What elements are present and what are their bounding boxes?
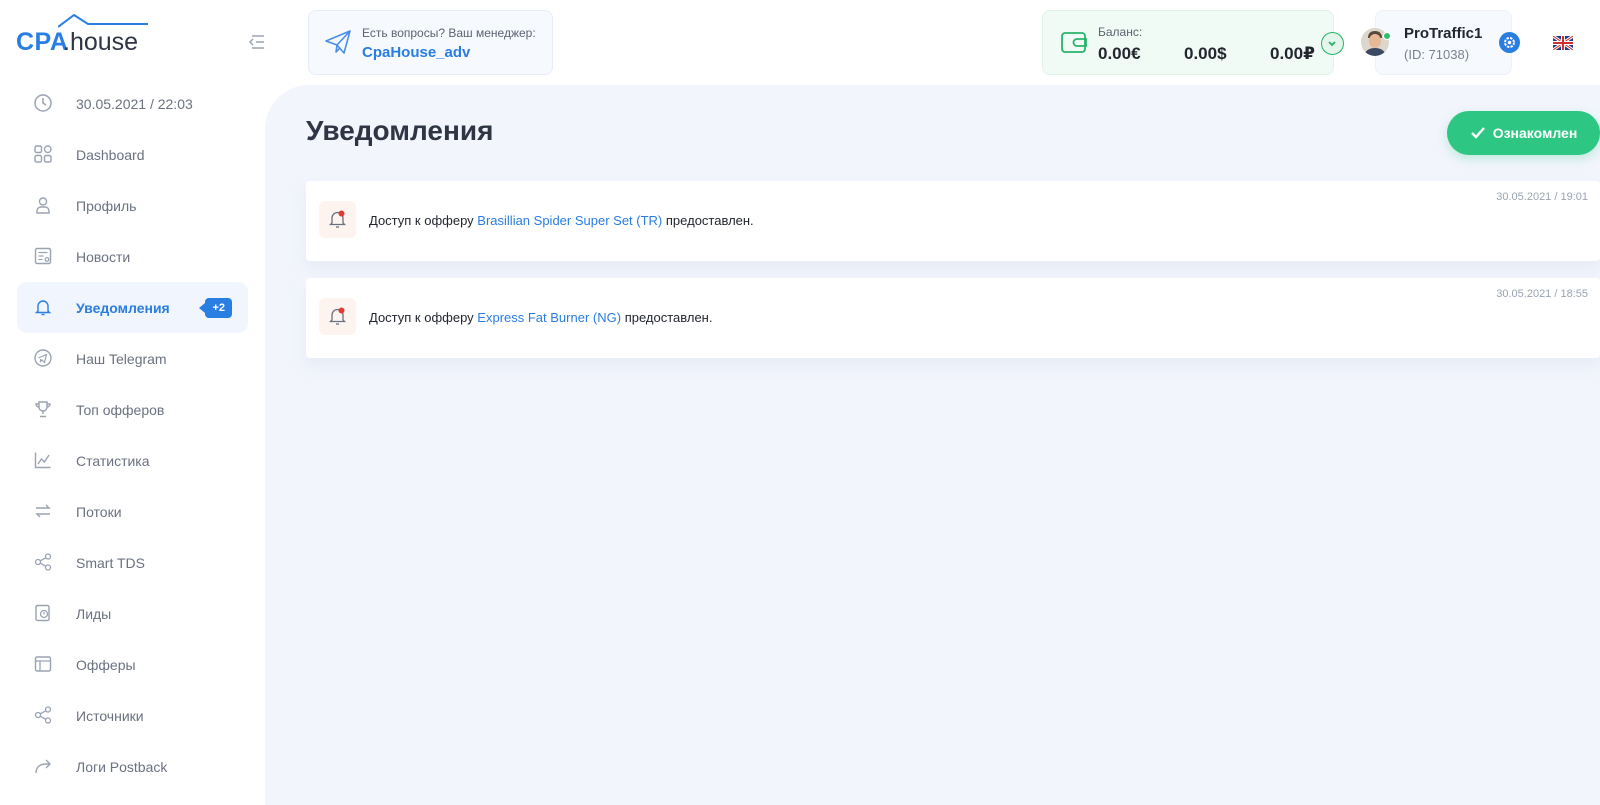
sidebar-item-profile[interactable]: Профиль	[17, 180, 248, 231]
notifications-count-badge: +2	[199, 298, 232, 318]
sidebar-item-telegram[interactable]: Наш Telegram	[17, 333, 248, 384]
sidebar-item-label: Офферы	[76, 656, 136, 673]
dashboard-icon	[34, 145, 52, 163]
redo-arrow-icon	[35, 759, 51, 774]
notification-prefix: Доступ к офферу	[369, 310, 474, 325]
notification-text: Доступ к офферу Express Fat Burner (NG) …	[369, 310, 712, 325]
notification-prefix: Доступ к офферу	[369, 213, 474, 228]
news-icon	[34, 247, 52, 265]
offers-icon	[34, 656, 52, 672]
logo-house: .house	[63, 28, 139, 56]
notification-suffix: предоставлен.	[624, 310, 713, 325]
chart-icon	[34, 452, 51, 469]
sidebar-item-postback-logs[interactable]: Логи Postback	[17, 741, 248, 792]
sidebar-item-label: Наш Telegram	[76, 350, 167, 367]
bell-alert-icon	[328, 307, 347, 325]
sidebar-item-top-offers[interactable]: Топ офферов	[17, 384, 248, 435]
sidebar-item-leads[interactable]: Лиды	[17, 588, 248, 639]
paper-plane-icon	[325, 30, 351, 54]
sidebar-item-statistics[interactable]: Статистика	[17, 435, 248, 486]
telegram-icon	[34, 349, 52, 367]
collapse-menu-icon[interactable]	[246, 32, 266, 52]
sidebar: CPA .house 30.05.2021 / 22:03 Dashboard …	[0, 0, 265, 805]
manager-name-link[interactable]: CpaHouse_adv	[362, 44, 470, 61]
sidebar-item-label: 30.05.2021 / 22:03	[76, 95, 193, 112]
check-icon	[1470, 127, 1485, 139]
manager-card[interactable]: Есть вопросы? Ваш менеджер: CpaHouse_adv	[308, 10, 553, 75]
sidebar-item-flows[interactable]: Потоки	[17, 486, 248, 537]
sidebar-item-label: Новости	[76, 248, 131, 265]
notification-item: Доступ к офферу Brasillian Spider Super …	[306, 181, 1600, 261]
balance-expand-button[interactable]	[1321, 32, 1344, 55]
notification-time: 30.05.2021 / 18:55	[1496, 288, 1588, 300]
notification-bell	[319, 298, 356, 335]
share-icon	[34, 553, 52, 571]
balance-rub: 0.00₽	[1270, 44, 1315, 63]
online-status-dot	[1383, 32, 1391, 40]
notification-suffix: предоставлен.	[665, 213, 754, 228]
bell-icon	[34, 300, 52, 316]
trophy-icon	[35, 401, 51, 418]
language-flag-uk[interactable]	[1553, 36, 1573, 50]
uk-flag-icon	[1553, 36, 1573, 50]
sidebar-item-label: Источники	[76, 707, 144, 724]
sidebar-item-label: Профиль	[76, 197, 137, 214]
sidebar-item-label: Логи Postback	[76, 758, 168, 775]
logo[interactable]: CPA .house	[16, 14, 148, 56]
sidebar-item-smart-tds[interactable]: Smart TDS	[17, 537, 248, 588]
wallet-icon	[1061, 32, 1087, 53]
gear-icon	[1504, 37, 1515, 48]
offer-link[interactable]: Brasillian Spider Super Set (TR)	[477, 213, 662, 228]
sidebar-item-label: Топ офферов	[76, 401, 165, 418]
sidebar-item-notifications[interactable]: Уведомления +2	[17, 282, 248, 333]
sidebar-item-sources[interactable]: Источники	[17, 690, 248, 741]
house-roof-icon	[58, 14, 148, 28]
flows-icon	[35, 504, 51, 518]
balance-card: Баланс: 0.00€ 0.00$ 0.00₽	[1042, 10, 1344, 75]
sidebar-item-offers[interactable]: Офферы	[17, 639, 248, 690]
balance-eur: 0.00€	[1098, 44, 1141, 63]
sidebar-item-label: Статистика	[76, 452, 150, 469]
notification-bell	[319, 201, 356, 238]
sidebar-item-news[interactable]: Новости	[17, 231, 248, 282]
sources-icon	[34, 706, 52, 724]
page-title: Уведомления	[306, 115, 494, 146]
sidebar-item-label: Уведомления	[76, 299, 170, 316]
sidebar-item-dashboard[interactable]: Dashboard	[17, 129, 248, 180]
manager-question: Есть вопросы? Ваш менеджер:	[362, 26, 536, 40]
logo-cpa: CPA	[16, 28, 69, 56]
clock-icon	[34, 94, 52, 112]
sidebar-item-label: Потоки	[76, 503, 122, 520]
settings-button[interactable]	[1499, 32, 1520, 53]
sidebar-item-datetime: 30.05.2021 / 22:03	[17, 78, 248, 129]
user-card[interactable]: ProTraffic1 (ID: 71038)	[1375, 10, 1512, 75]
sidebar-item-label: Лиды	[76, 605, 112, 622]
acknowledge-button[interactable]: Ознакомлен	[1447, 111, 1600, 155]
notification-text: Доступ к офферу Brasillian Spider Super …	[369, 213, 754, 228]
user-name: ProTraffic1	[1404, 25, 1483, 42]
balance-label: Баланс:	[1098, 25, 1143, 39]
user-icon	[36, 197, 50, 214]
user-id: (ID: 71038)	[1404, 47, 1470, 62]
notification-item: Доступ к офферу Express Fat Burner (NG) …	[306, 278, 1600, 358]
balance-usd: 0.00$	[1184, 44, 1227, 63]
main-content: Уведомления Ознакомлен Доступ к офферу B…	[265, 85, 1600, 805]
notification-time: 30.05.2021 / 19:01	[1496, 191, 1588, 203]
chevron-down-icon	[1328, 41, 1336, 47]
acknowledge-button-label: Ознакомлен	[1492, 125, 1578, 141]
leads-icon	[35, 604, 50, 622]
sidebar-item-label: Dashboard	[76, 146, 145, 163]
bell-alert-icon	[328, 210, 347, 228]
sidebar-nav: 30.05.2021 / 22:03 Dashboard Профиль Нов…	[17, 78, 248, 792]
offer-link[interactable]: Express Fat Burner (NG)	[477, 310, 621, 325]
sidebar-item-label: Smart TDS	[76, 554, 145, 571]
